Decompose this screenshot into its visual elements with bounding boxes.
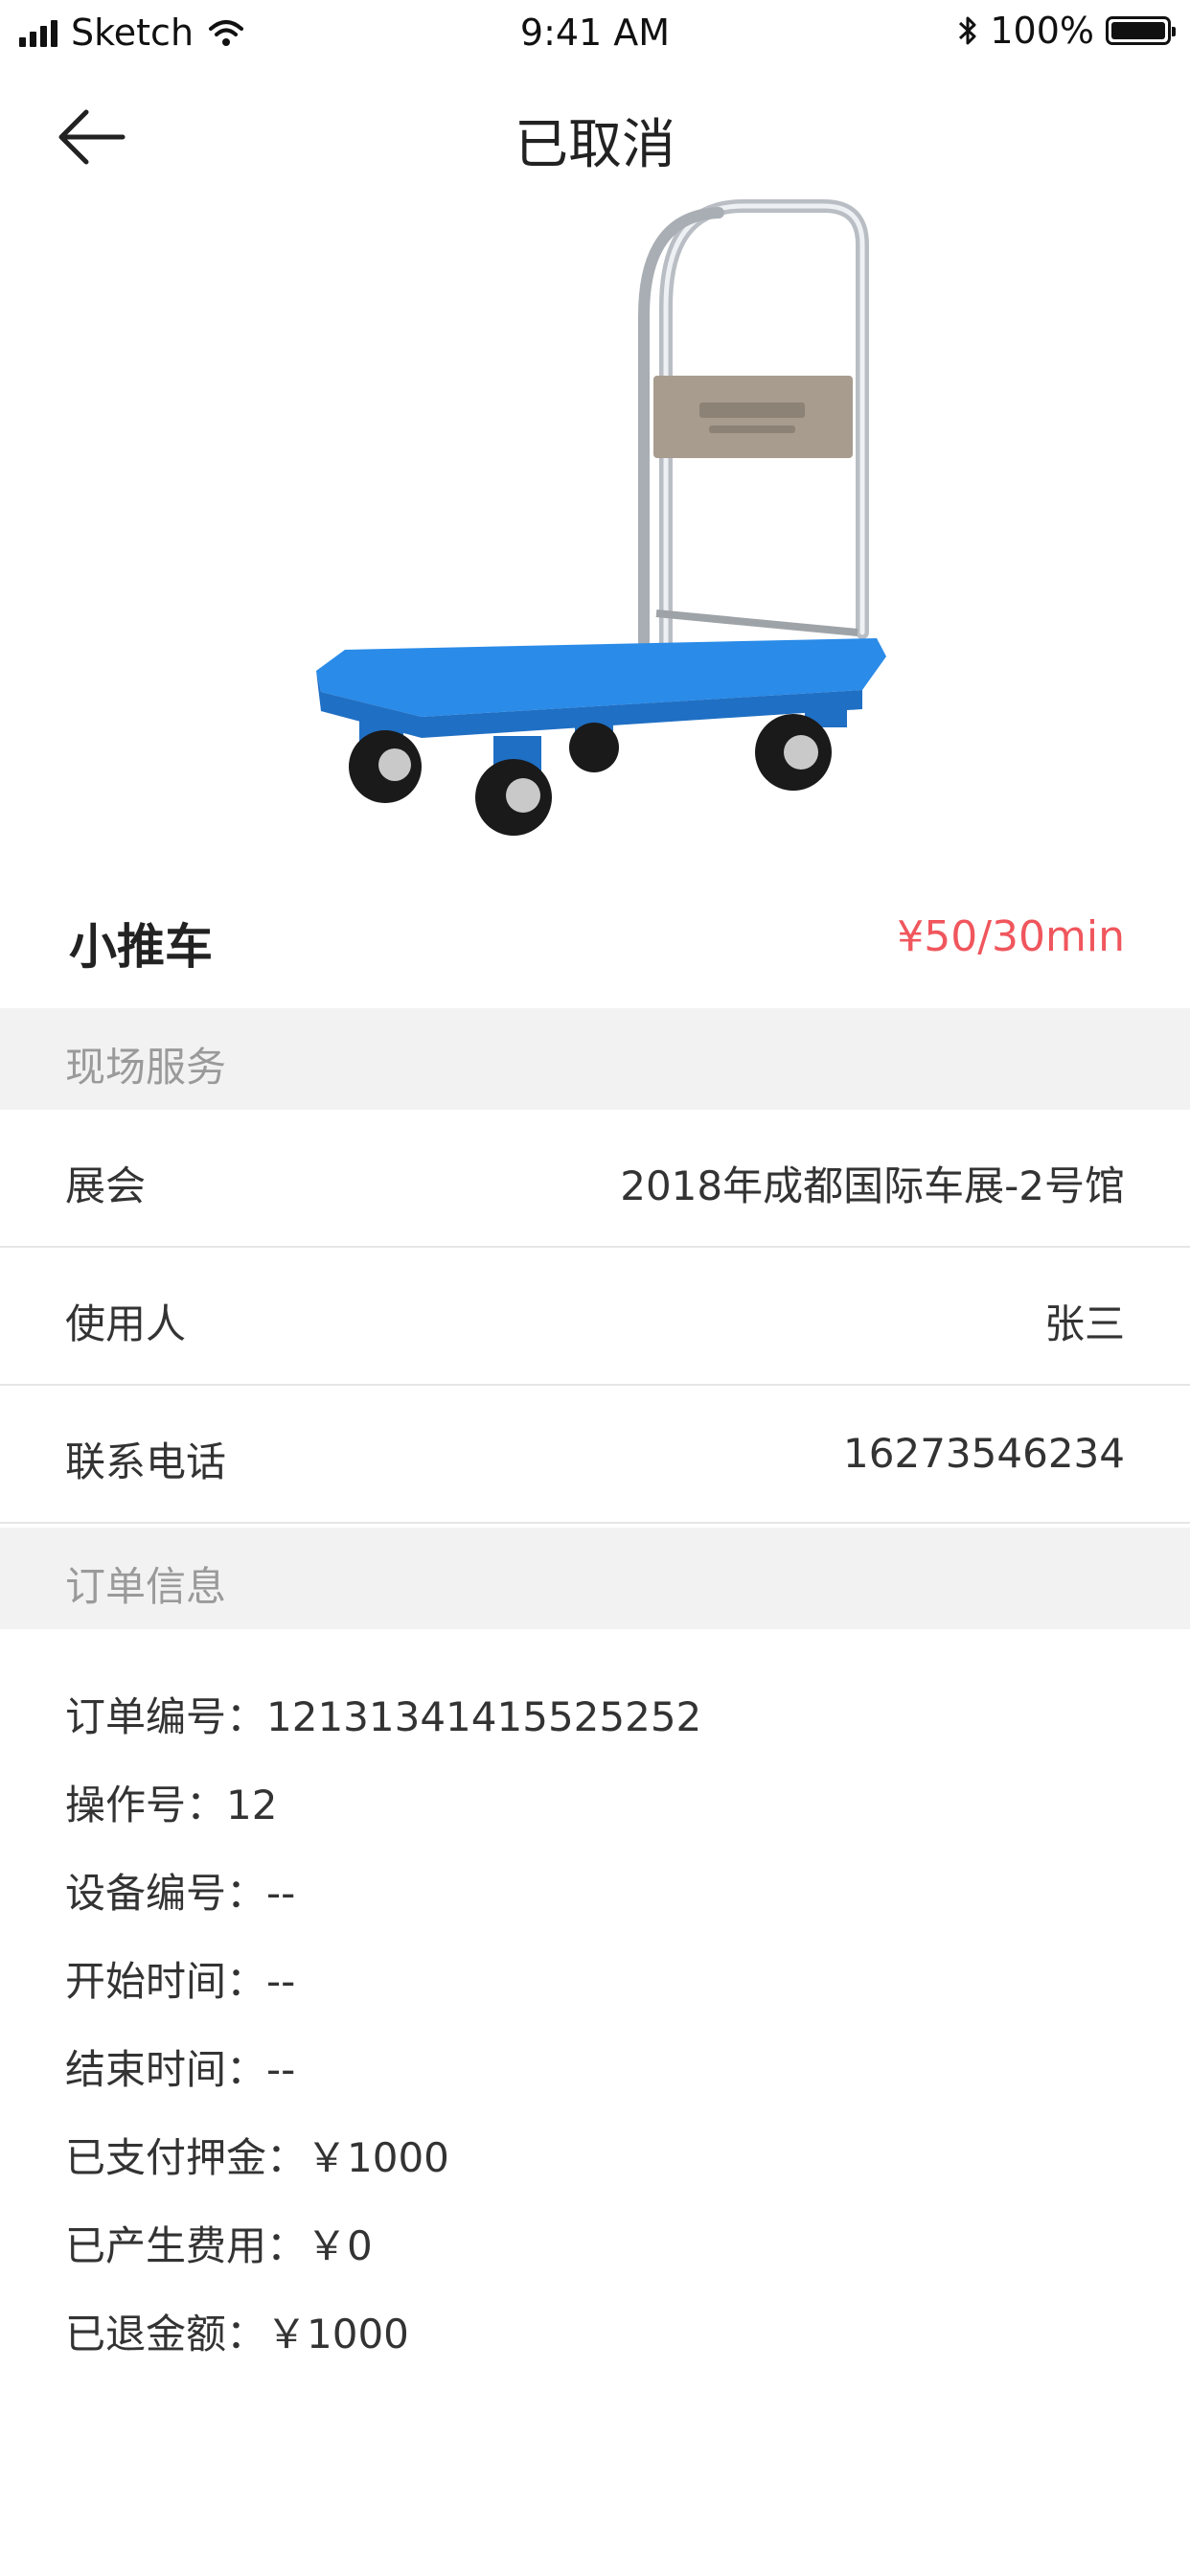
bluetooth-icon <box>959 16 976 45</box>
deposit-paid: 已支付押金：￥1000 <box>65 2134 449 2181</box>
info-value: 2018年成都国际车展-2号馆 <box>620 1162 1125 1209</box>
product-summary: 小推车 ¥50/30min <box>0 882 1190 997</box>
section-title: 现场服务 <box>65 1044 227 1091</box>
info-row-user: 使用人 张三 <box>0 1248 1190 1386</box>
info-label: 联系电话 <box>65 1438 227 1485</box>
info-value: 张三 <box>1043 1300 1125 1347</box>
battery-percent: 100% <box>990 10 1094 52</box>
device-number: 设备编号：-- <box>65 1870 296 1917</box>
page-title: 已取消 <box>515 114 675 176</box>
info-row-phone: 联系电话 16273546234 <box>0 1386 1190 1524</box>
navigation-bar: 已取消 <box>0 84 1190 190</box>
status-bar: Sketch 9:41 AM 100% <box>0 0 1190 69</box>
product-name: 小推车 <box>69 919 213 975</box>
info-value: 16273546234 <box>843 1430 1125 1477</box>
info-row-exhibition: 展会 2018年成都国际车展-2号馆 <box>0 1110 1190 1248</box>
order-number: 订单编号：12131341415525252 <box>65 1693 702 1740</box>
product-image <box>287 192 901 853</box>
battery-icon <box>1106 16 1176 45</box>
section-title: 订单信息 <box>65 1563 227 1610</box>
fees-incurred: 已产生费用：￥0 <box>65 2222 373 2269</box>
end-time: 结束时间：-- <box>65 2046 296 2093</box>
info-label: 展会 <box>65 1162 147 1209</box>
status-right: 100% <box>957 10 1176 52</box>
amount-refunded: 已退金额：￥1000 <box>65 2311 409 2358</box>
hand-cart-illustration <box>316 199 886 836</box>
product-price: ¥50/30min <box>897 912 1125 961</box>
operation-number: 操作号：12 <box>65 1782 278 1828</box>
section-header-order-info: 订单信息 <box>0 1528 1190 1629</box>
section-header-onsite-service: 现场服务 <box>0 1008 1190 1110</box>
start-time: 开始时间：-- <box>65 1958 296 2005</box>
info-label: 使用人 <box>65 1300 187 1347</box>
